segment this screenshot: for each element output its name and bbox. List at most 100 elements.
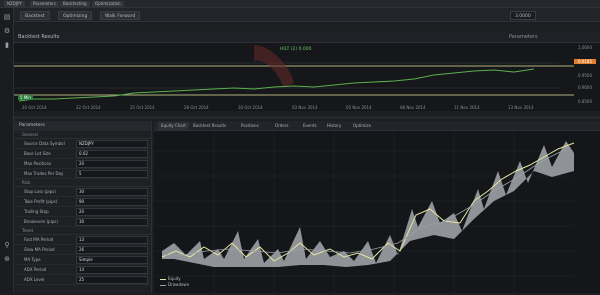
optimization-tab[interactable]: Optimization <box>92 1 124 7</box>
legend-equity-label: Equity <box>168 276 181 281</box>
param-input[interactable]: 14 <box>76 266 148 274</box>
param-label: MA Type <box>24 257 41 262</box>
tab-equity-chart[interactable]: Equity Chart <box>158 122 189 130</box>
param-row: Take Profit (pips) 90 <box>14 197 151 207</box>
param-row: MA Type Simple <box>14 255 151 265</box>
legend-equity: Equity <box>160 276 181 281</box>
legend-drawdown-swatch <box>160 284 166 286</box>
param-input[interactable]: 26 <box>76 246 148 254</box>
param-input[interactable]: 0.02 <box>76 150 148 158</box>
bottom-tab-row: Equity Chart Backtest Results Positions … <box>154 121 600 131</box>
x-tick-4: 30 Oct 2014 <box>238 105 263 110</box>
y-tick-1: 0.9500 <box>578 73 592 78</box>
param-input[interactable]: NZDJPY <box>76 140 148 148</box>
param-input[interactable]: 5 <box>76 170 148 178</box>
y-tick-0: 1.0000 <box>578 45 592 50</box>
legend-drawdown: Drawdown <box>160 282 189 287</box>
equity-chart[interactable]: Equity Drawdown <box>154 131 600 293</box>
param-row: ADX Period 14 <box>14 265 151 275</box>
param-label: Source Data Symbol <box>24 141 65 146</box>
tab-orders[interactable]: Orders <box>272 122 291 130</box>
param-label: Breakeven (pips) <box>24 219 58 224</box>
timeframe-badge: 5 Min <box>18 95 33 100</box>
tab-row: Backtest Optimizing Walk Forward 3.0000 <box>14 8 600 22</box>
backtesting-tab[interactable]: Backtesting <box>60 1 90 7</box>
param-row: Fast MA Period 13 <box>14 235 151 245</box>
x-tick-0: 20 Oct 2014 <box>22 105 47 110</box>
param-row: ADX Level 25 <box>14 275 151 285</box>
tab-positions[interactable]: Positions <box>238 122 262 130</box>
param-input[interactable]: Simple <box>76 256 148 264</box>
tab-history[interactable]: History <box>324 122 344 130</box>
x-tick-6: 05 Nov 2014 <box>346 105 372 110</box>
x-tick-1: 22 Oct 2014 <box>76 105 101 110</box>
top-toolbar: NZDJPY Parameters Backtesting Optimizati… <box>0 0 600 8</box>
option-row: Backtest Results Parameters <box>14 32 600 42</box>
y-tick-3: 0.8500 <box>578 99 592 104</box>
tab-optimize[interactable]: Optimize <box>350 122 374 130</box>
results-label[interactable]: Backtest Results <box>18 34 59 40</box>
price-chart-svg <box>14 43 600 111</box>
param-label: Take Profit (pips) <box>24 199 58 204</box>
search-icon[interactable]: ⚲ <box>2 240 12 250</box>
param-input[interactable]: 30 <box>76 188 148 196</box>
x-tick-9: 13 Nov 2014 <box>508 105 534 110</box>
section-trend[interactable]: Trend <box>14 227 151 235</box>
pane-divider[interactable] <box>14 116 600 119</box>
x-tick-5: 03 Nov 2014 <box>292 105 318 110</box>
param-label: Slow MA Period <box>24 247 55 252</box>
param-row: Trailing Stop 20 <box>14 207 151 217</box>
tab-backtest-results[interactable]: Backtest Results <box>190 122 229 130</box>
param-input[interactable]: 13 <box>76 236 148 244</box>
param-input[interactable]: 90 <box>76 198 148 206</box>
value-field[interactable]: 3.0000 <box>510 11 536 20</box>
left-toolbar: ▤ ⚙ ▮ ⚲ ⊕ <box>0 8 14 293</box>
parameters-title: Parameters <box>14 121 151 131</box>
section-general[interactable]: General <box>14 131 151 139</box>
legend-drawdown-label: Drawdown <box>168 282 190 287</box>
tab-backtest[interactable]: Backtest <box>20 11 50 20</box>
param-row: Max Trades Per Day 5 <box>14 169 151 179</box>
tab-walk-forward[interactable]: Walk Forward <box>100 11 141 20</box>
price-tag: 0.9185 <box>574 59 596 64</box>
param-label: ADX Period <box>24 267 47 272</box>
zoom-icon[interactable]: ⊕ <box>2 254 12 264</box>
param-label: Base Lot Size <box>24 151 51 156</box>
param-input[interactable]: 20 <box>76 208 148 216</box>
param-row: Base Lot Size 0.02 <box>14 149 151 159</box>
param-row: Slow MA Period 26 <box>14 245 151 255</box>
chart-label: HILT (2) 0.000 <box>280 47 312 52</box>
param-row: Stop Loss (pips) 30 <box>14 187 151 197</box>
param-row: Breakeven (pips) 30 <box>14 217 151 227</box>
bookmark-icon[interactable]: ▮ <box>2 40 12 50</box>
param-row: Source Data Symbol NZDJPY <box>14 139 151 149</box>
chart-icon[interactable]: ▤ <box>2 12 12 22</box>
param-input[interactable]: 25 <box>76 276 148 284</box>
x-tick-8: 11 Nov 2014 <box>454 105 480 110</box>
parameters-tab[interactable]: Parameters <box>30 1 59 7</box>
params-label[interactable]: Parameters <box>509 34 538 40</box>
x-tick-7: 08 Nov 2014 <box>400 105 426 110</box>
param-label: Trailing Stop <box>24 209 49 214</box>
section-risk[interactable]: Risk <box>14 179 151 187</box>
symbol-tab[interactable]: NZDJPY <box>4 1 25 7</box>
legend-equity-swatch <box>160 278 166 280</box>
equity-chart-svg <box>154 131 600 293</box>
settings-icon[interactable]: ⚙ <box>2 26 12 36</box>
param-label: Fast MA Period <box>24 237 54 242</box>
x-tick-2: 25 Oct 2014 <box>130 105 155 110</box>
param-label: Stop Loss (pips) <box>24 189 56 194</box>
price-chart[interactable]: HILT (2) 0.000 5 Min 0.9185 1.0000 0.950… <box>14 42 600 111</box>
x-tick-3: 28 Oct 2014 <box>184 105 209 110</box>
parameters-panel: Parameters General Source Data Symbol NZD… <box>14 121 152 293</box>
tab-events[interactable]: Events <box>300 122 320 130</box>
param-input[interactable]: 30 <box>76 218 148 226</box>
y-tick-2: 0.9000 <box>578 85 592 90</box>
param-row: Max Positions 20 <box>14 159 151 169</box>
param-label: Max Positions <box>24 161 52 166</box>
param-label: ADX Level <box>24 277 45 282</box>
tab-optimizing[interactable]: Optimizing <box>58 11 93 20</box>
param-label: Max Trades Per Day <box>24 171 64 176</box>
param-input[interactable]: 20 <box>76 160 148 168</box>
price-chart-x-axis: 20 Oct 2014 22 Oct 2014 25 Oct 2014 28 O… <box>14 105 600 113</box>
